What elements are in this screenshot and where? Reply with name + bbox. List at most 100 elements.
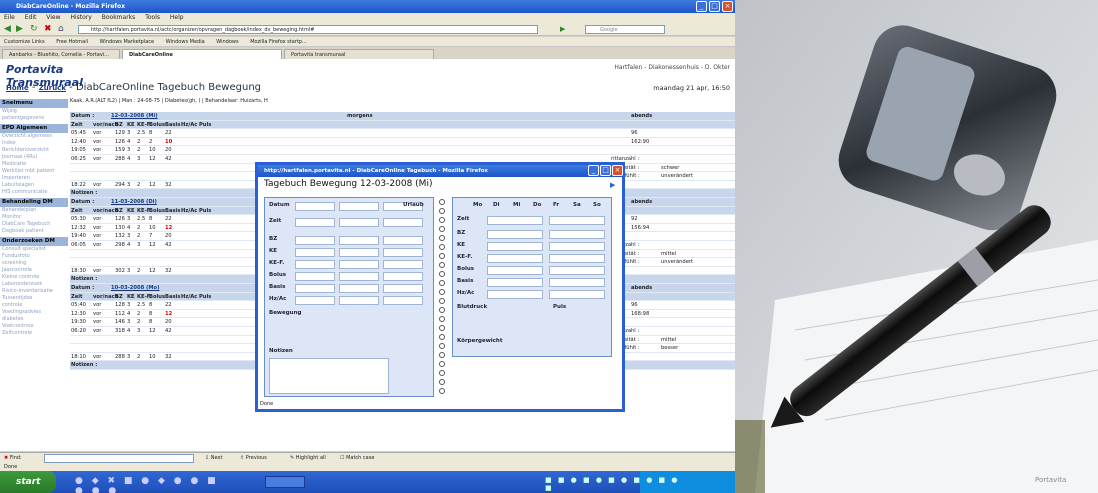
sidebar-item[interactable]: Jaarcontrole xyxy=(0,267,68,274)
bookmark-item[interactable]: Free Hotmail xyxy=(56,39,88,45)
form-input[interactable] xyxy=(383,272,423,281)
sidebar-item[interactable]: Journaal (4Ru) xyxy=(0,154,68,161)
menu-edit[interactable]: Edit xyxy=(25,14,37,21)
tray-icons[interactable]: ■ ■ ● ■ ● ■ ● ■ ● ■ ● ■ xyxy=(545,476,685,492)
sidebar-item[interactable]: Dagboek patient xyxy=(0,228,68,235)
sidebar-item[interactable]: Wijzig xyxy=(0,108,68,115)
popup-next-icon[interactable]: ▶ xyxy=(610,181,615,189)
popup-maximize-button[interactable]: □ xyxy=(600,165,611,176)
sidebar-item[interactable]: Berichtenoverzicht xyxy=(0,147,68,154)
minimize-button[interactable]: _ xyxy=(696,1,707,12)
close-find-icon[interactable]: ✖ xyxy=(4,455,8,461)
sidebar-section-header[interactable]: Snelmenu xyxy=(0,99,68,108)
weekday-label[interactable]: Mi xyxy=(513,202,520,208)
menu-history[interactable]: History xyxy=(70,14,91,21)
stop-icon[interactable]: ✖ xyxy=(44,24,52,34)
close-button[interactable]: × xyxy=(722,1,733,12)
reload-icon[interactable]: ↻ xyxy=(30,24,38,34)
form-input[interactable] xyxy=(487,278,543,287)
popup-close-button[interactable]: × xyxy=(612,165,623,176)
bookmark-item[interactable]: Windows Marketplace xyxy=(100,39,155,45)
back-icon[interactable]: ◀ xyxy=(4,24,11,34)
form-input[interactable] xyxy=(295,248,335,257)
sidebar-item[interactable]: Werklijst mbt patient xyxy=(0,168,68,175)
sidebar-item[interactable]: Labuitslagen xyxy=(0,182,68,189)
back-link[interactable]: Zurück xyxy=(39,84,66,92)
form-input[interactable] xyxy=(295,218,335,227)
sidebar-item[interactable]: Overzicht algemeen xyxy=(0,133,68,140)
form-input[interactable] xyxy=(487,230,543,239)
form-input[interactable] xyxy=(487,216,543,225)
home-icon[interactable]: ⌂ xyxy=(58,24,64,34)
forward-icon[interactable]: ▶ xyxy=(16,24,23,34)
quicklaunch-icons[interactable]: ● ◆ ✖ ■ ● ◆ ● ● ■ ● ● ● xyxy=(75,476,235,493)
sidebar-item[interactable]: Kleine controle xyxy=(0,274,68,281)
sidebar-item[interactable]: screening xyxy=(0,260,68,267)
form-input[interactable] xyxy=(295,236,335,245)
sidebar-item[interactable]: Risico-inventarisatie xyxy=(0,288,68,295)
search-input[interactable]: Google xyxy=(585,25,665,34)
form-input[interactable] xyxy=(487,254,543,263)
address-bar[interactable]: http://hartfalen.portavita.nl/actc/organ… xyxy=(78,25,538,34)
form-input[interactable] xyxy=(339,248,379,257)
form-input[interactable] xyxy=(339,202,379,211)
day-date-link[interactable]: 10-03-2008 (Mo) xyxy=(110,284,159,293)
form-input[interactable] xyxy=(339,272,379,281)
home-link[interactable]: Home xyxy=(6,84,29,92)
form-input[interactable] xyxy=(487,266,543,275)
weekday-label[interactable]: Do xyxy=(533,202,541,208)
form-input[interactable] xyxy=(383,284,423,293)
form-input[interactable] xyxy=(549,254,605,263)
form-input[interactable] xyxy=(549,242,605,251)
sidebar-item[interactable]: Voetcontrole xyxy=(0,323,68,330)
form-input[interactable] xyxy=(295,284,335,293)
form-input[interactable] xyxy=(383,248,423,257)
form-input[interactable] xyxy=(383,260,423,269)
form-input[interactable] xyxy=(295,272,335,281)
tab-diabcareonline[interactable]: DiabCareOnline xyxy=(122,49,282,59)
sidebar-item[interactable]: patientgegevens xyxy=(0,115,68,122)
find-input[interactable] xyxy=(44,454,194,463)
form-input[interactable] xyxy=(549,230,605,239)
form-input[interactable] xyxy=(339,260,379,269)
sidebar-item[interactable]: Behandelplan xyxy=(0,207,68,214)
form-input[interactable] xyxy=(383,236,423,245)
form-input[interactable] xyxy=(339,296,379,305)
sidebar-section-header[interactable]: EPD Algemeen xyxy=(0,124,68,133)
bookmark-item[interactable]: Windows xyxy=(216,39,238,45)
maximize-button[interactable]: □ xyxy=(709,1,720,12)
form-input[interactable] xyxy=(339,284,379,293)
weekday-label[interactable]: Fr xyxy=(553,202,559,208)
popup-minimize-button[interactable]: _ xyxy=(588,165,599,176)
day-date-link[interactable]: 11-03-2008 (Di) xyxy=(110,198,157,207)
day-date-link[interactable]: 12-03-2008 (Mi) xyxy=(110,112,158,121)
start-button[interactable]: start xyxy=(0,471,56,493)
menu-bookmarks[interactable]: Bookmarks xyxy=(102,14,136,21)
go-icon[interactable]: ▶ xyxy=(560,25,565,33)
form-input[interactable] xyxy=(487,290,543,299)
form-input[interactable] xyxy=(339,218,379,227)
form-input[interactable] xyxy=(549,290,605,299)
bookmark-item[interactable]: Windows Media xyxy=(166,39,205,45)
sidebar-item[interactable]: diabetes xyxy=(0,316,68,323)
menu-file[interactable]: Eile xyxy=(4,14,15,21)
form-input[interactable] xyxy=(295,260,335,269)
sidebar-item[interactable]: Importeren xyxy=(0,175,68,182)
sidebar-item[interactable]: Consult specialist xyxy=(0,246,68,253)
notes-textarea[interactable] xyxy=(269,358,389,394)
weekday-label[interactable]: Sa xyxy=(573,202,581,208)
sidebar-item[interactable]: Voedingsadvies xyxy=(0,309,68,316)
sidebar-item[interactable]: DiabCare Tagebuch xyxy=(0,221,68,228)
form-input[interactable] xyxy=(339,236,379,245)
menu-tools[interactable]: Tools xyxy=(145,14,160,21)
form-input[interactable] xyxy=(487,242,543,251)
menu-help[interactable]: Help xyxy=(170,14,184,21)
form-input[interactable] xyxy=(295,296,335,305)
weekday-label[interactable]: Mo xyxy=(473,202,482,208)
sidebar-item[interactable]: HIS communicatie xyxy=(0,189,68,196)
form-input[interactable] xyxy=(549,216,605,225)
bookmark-item[interactable]: Customize Links xyxy=(4,39,45,45)
form-input[interactable] xyxy=(383,296,423,305)
bookmark-item[interactable]: Mozilla Firefox startp... xyxy=(250,39,307,45)
patient-info[interactable]: Kaak, A.R.(ALT fL2) | Man : 24-08-75 | D… xyxy=(70,97,730,105)
